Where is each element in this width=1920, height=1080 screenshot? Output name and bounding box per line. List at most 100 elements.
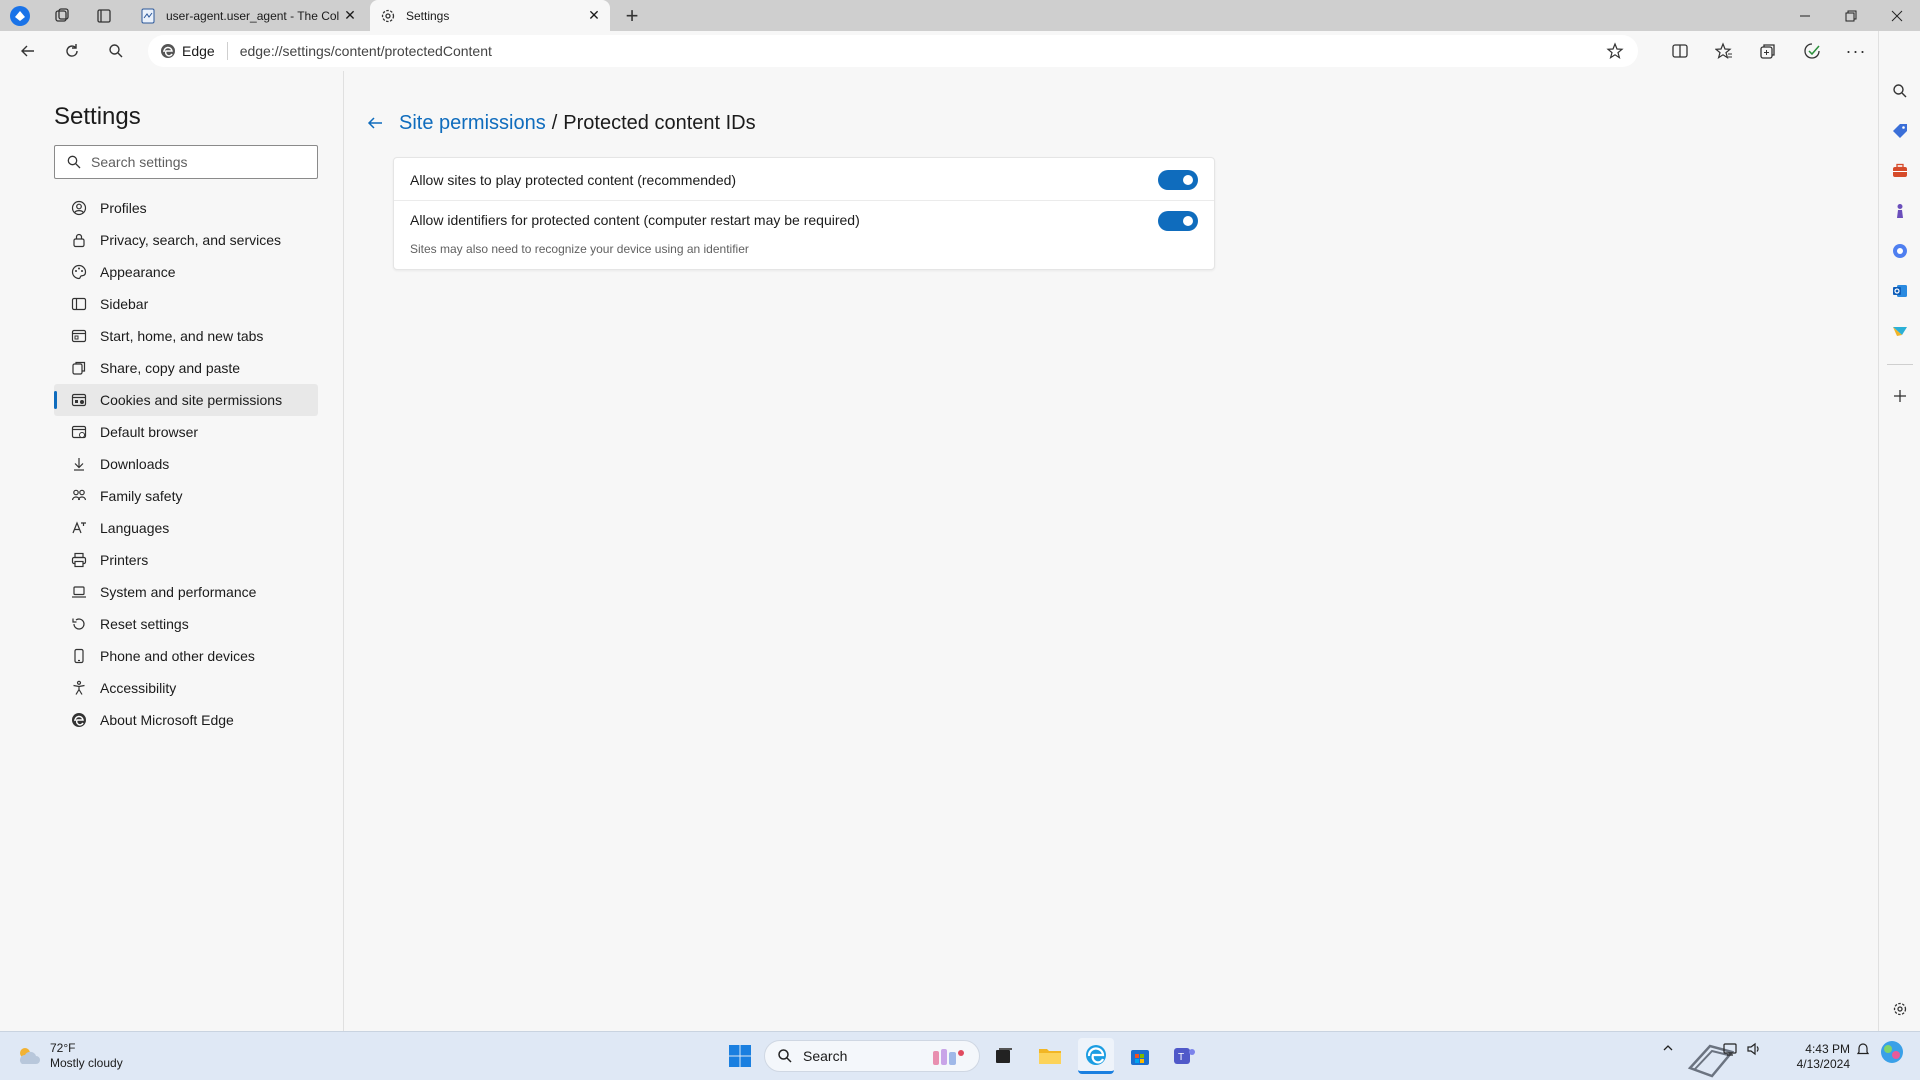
workspaces-icon[interactable] [50, 4, 74, 28]
more-menu-icon[interactable]: ··· [1842, 37, 1870, 65]
tab-settings[interactable]: Settings ✕ [370, 0, 610, 31]
nav-item-default-browser[interactable]: Default browser [54, 416, 318, 448]
microsoft-store-icon[interactable] [1122, 1038, 1158, 1074]
add-icon[interactable] [1888, 384, 1912, 408]
address-bar[interactable]: Edge edge://settings/content/protectedCo… [148, 35, 1638, 67]
outlook-icon[interactable] [1888, 279, 1912, 303]
refresh-icon[interactable] [58, 37, 86, 65]
microsoft-365-icon[interactable] [1888, 239, 1912, 263]
notification-icon[interactable] [1856, 1042, 1870, 1059]
close-window-icon[interactable] [1874, 0, 1920, 31]
search-icon[interactable] [102, 37, 130, 65]
tab-actions-icon[interactable] [92, 4, 116, 28]
taskbar-search-label: Search [803, 1048, 848, 1064]
nav-item-family-safety[interactable]: Family safety [54, 480, 318, 512]
nav-item-printers[interactable]: Printers [54, 544, 318, 576]
favorites-icon[interactable] [1710, 37, 1738, 65]
nav-item-appearance[interactable]: Appearance [54, 256, 318, 288]
task-view-icon[interactable] [986, 1038, 1022, 1074]
taskbar-clock[interactable]: 4:43 PM 4/13/2024 [1780, 1042, 1850, 1072]
close-tab-icon[interactable]: ✕ [340, 6, 360, 26]
printer-icon [70, 551, 88, 569]
clock-time: 4:43 PM [1805, 1042, 1850, 1056]
show-hidden-icons[interactable] [1662, 1042, 1674, 1057]
appearance-icon [70, 263, 88, 281]
nav-item-label: Profiles [100, 200, 147, 216]
nav-item-label: Cookies and site permissions [100, 392, 283, 408]
tab-user-agent[interactable]: user-agent.user_agent - The Coll ✕ [130, 0, 366, 31]
copilot-preview-icon[interactable] [1878, 1038, 1906, 1069]
volume-icon[interactable] [1746, 1042, 1762, 1059]
setting-row-play-protected: Allow sites to play protected content (r… [394, 158, 1214, 201]
nav-item-accessibility[interactable]: Accessibility [54, 672, 318, 704]
sidebar-search-icon[interactable] [1888, 79, 1912, 103]
split-screen-icon[interactable] [1666, 37, 1694, 65]
settings-title: Settings [54, 103, 141, 130]
back-icon[interactable] [14, 37, 42, 65]
nav-item-start-home[interactable]: Start, home, and new tabs [54, 320, 318, 352]
weather-temperature: 72°F [50, 1041, 76, 1055]
edge-taskbar-icon[interactable] [1078, 1038, 1114, 1074]
edge-chip[interactable]: Edge [160, 43, 215, 59]
nav-item-label: Family safety [100, 488, 183, 504]
collections-icon[interactable] [1754, 37, 1782, 65]
minimize-icon[interactable] [1782, 0, 1828, 31]
toggle-allow-identifiers[interactable] [1158, 211, 1198, 231]
sidebar-divider [1887, 364, 1913, 365]
sidebar-icon [70, 295, 88, 313]
close-tab-icon[interactable]: ✕ [584, 6, 604, 26]
nav-item-phone[interactable]: Phone and other devices [54, 640, 318, 672]
edge-sidebar [1878, 31, 1920, 1031]
breadcrumb-site-permissions-link[interactable]: Site permissions [399, 112, 546, 135]
navigation-toolbar: Edge edge://settings/content/protectedCo… [0, 31, 1920, 71]
network-icon[interactable] [1722, 1042, 1738, 1059]
teams-icon[interactable]: T [1166, 1038, 1202, 1074]
protected-content-card: Allow sites to play protected content (r… [393, 157, 1215, 270]
new-tab-button[interactable]: + [620, 3, 644, 28]
nav-item-label: Accessibility [100, 680, 177, 696]
file-explorer-icon[interactable] [1032, 1038, 1068, 1074]
weather-widget[interactable]: 72°F Mostly cloudy [16, 1041, 123, 1071]
sidebar-settings-icon[interactable] [1888, 997, 1912, 1021]
setting-label: Allow identifiers for protected content … [410, 212, 860, 228]
settings-search-box[interactable] [54, 145, 318, 179]
search-icon [777, 1048, 793, 1064]
lock-icon [70, 231, 88, 249]
nav-item-languages[interactable]: Languages [54, 512, 318, 544]
address-url[interactable]: edge://settings/content/protectedContent [240, 43, 492, 59]
nav-item-label: Share, copy and paste [100, 360, 241, 376]
cookies-icon [70, 391, 88, 409]
nav-item-label: Sidebar [100, 296, 149, 312]
games-chess-icon[interactable] [1888, 199, 1912, 223]
nav-item-label: Default browser [100, 424, 199, 440]
weather-description: Mostly cloudy [50, 1056, 123, 1070]
breadcrumb: Site permissions / Protected content IDs [363, 111, 756, 135]
nav-item-cookies[interactable]: Cookies and site permissions [54, 384, 318, 416]
settings-search-input[interactable] [91, 154, 291, 170]
nav-item-privacy[interactable]: Privacy, search, and services [54, 224, 318, 256]
shopping-tag-icon[interactable] [1888, 119, 1912, 143]
nav-item-about[interactable]: About Microsoft Edge [54, 704, 318, 736]
nav-item-label: Privacy, search, and services [100, 232, 282, 248]
favorite-star-icon[interactable] [1606, 42, 1624, 63]
tools-briefcase-icon[interactable] [1888, 159, 1912, 183]
toggle-play-protected-content[interactable] [1158, 170, 1198, 190]
download-icon [70, 455, 88, 473]
drop-send-icon[interactable] [1888, 319, 1912, 343]
nav-item-share-copy[interactable]: Share, copy and paste [54, 352, 318, 384]
nav-item-sidebar[interactable]: Sidebar [54, 288, 318, 320]
taskbar-search[interactable]: Search [764, 1040, 980, 1072]
nav-item-profiles[interactable]: Profiles [54, 192, 318, 224]
profile-avatar-icon[interactable] [8, 4, 32, 28]
settings-content: Settings Profiles Privacy, search, and s… [0, 71, 1878, 1031]
nav-item-reset[interactable]: Reset settings [54, 608, 318, 640]
windows-start-icon[interactable] [722, 1038, 758, 1074]
restore-icon[interactable] [1828, 0, 1874, 31]
address-divider [226, 42, 228, 60]
nav-item-system[interactable]: System and performance [54, 576, 318, 608]
nav-item-downloads[interactable]: Downloads [54, 448, 318, 480]
browser-essentials-icon[interactable] [1798, 37, 1826, 65]
settings-main: Site permissions / Protected content IDs… [345, 71, 1878, 1031]
nav-item-label: Downloads [100, 456, 170, 472]
back-arrow-icon[interactable] [363, 111, 387, 135]
